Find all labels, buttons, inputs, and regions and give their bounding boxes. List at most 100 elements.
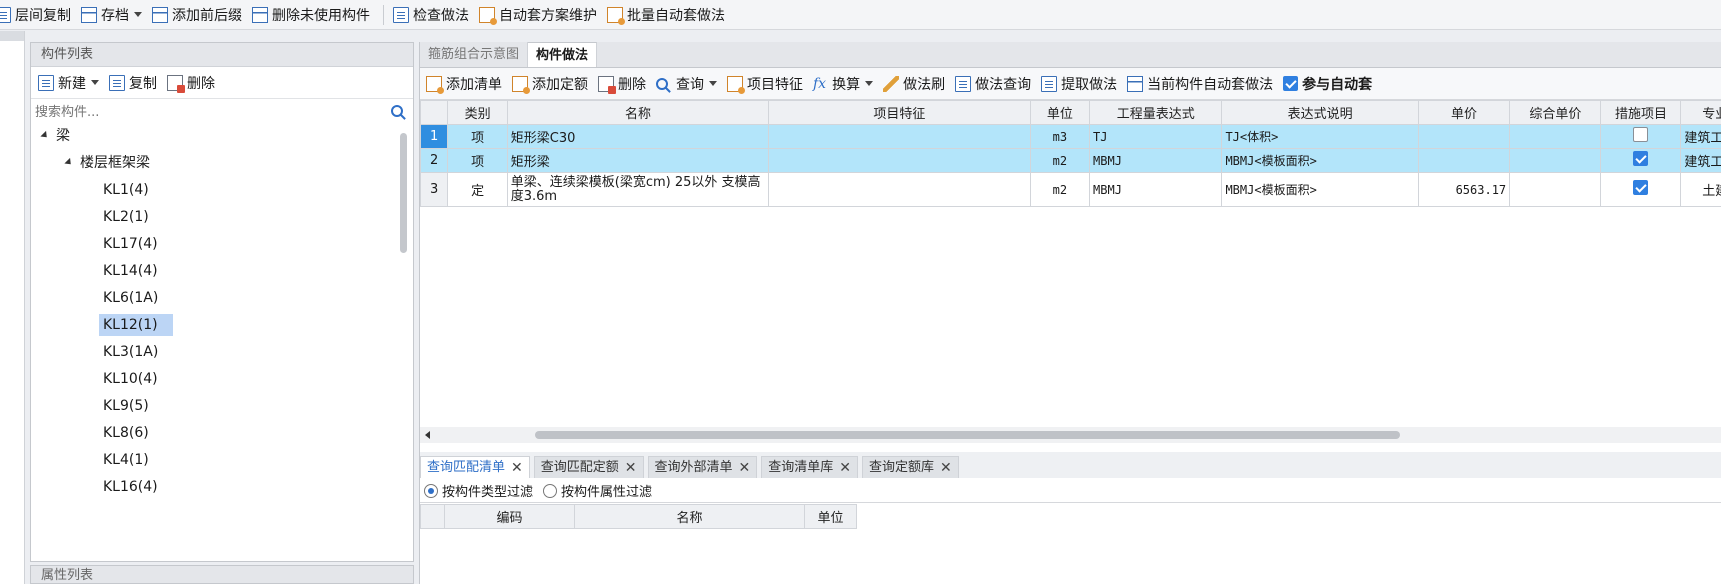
archive-button[interactable]: 存档 [78,0,149,29]
filter-by-type-radio[interactable] [424,483,438,498]
cell-measure[interactable] [1600,172,1682,207]
tree-leaf[interactable]: KL1(4) [99,179,153,201]
add-prefix-suffix-button[interactable]: 添加前后缀 [149,0,249,29]
auto-scheme-maintain-button[interactable]: 自动套方案维护 [476,0,604,29]
cell-measure[interactable] [1600,148,1682,173]
col-measure[interactable]: 措施项目 [1600,100,1682,125]
participate-auto-apply-toggle[interactable]: 参与自动套 [1279,68,1378,100]
filter-by-attribute-radio[interactable] [543,483,558,498]
tree-scrollbar[interactable] [400,133,407,253]
extract-method-button[interactable]: 提取做法 [1037,68,1123,100]
col-total[interactable]: 综合单价 [1509,100,1602,125]
table-row[interactable]: 3 定 单梁、连续梁模板(梁宽cm) 25以外 支模高度3.6m m2 MBMJ… [419,172,1721,207]
component-search-input[interactable] [31,101,413,123]
measure-checkbox[interactable] [1633,180,1649,195]
check-method-button[interactable]: 检查做法 [390,0,476,29]
tab-query-match-bill[interactable]: 查询匹配清单 ✕ [420,456,530,478]
add-bill-button[interactable]: 添加清单 [422,68,508,100]
expand-triangle-icon[interactable] [40,130,50,140]
method-query-button[interactable]: 做法查询 [951,68,1037,100]
delete-component-button[interactable]: 删除 [164,67,222,99]
cell-type[interactable]: 定 [447,172,508,207]
cell-feature[interactable] [768,172,1031,207]
row-number[interactable]: 3 [419,172,449,207]
tree-leaf[interactable]: KL8(6) [99,422,153,444]
close-icon[interactable]: ✕ [739,457,751,479]
cell-type[interactable]: 项 [447,148,508,173]
table-hscrollbar[interactable] [420,427,1721,443]
tab-query-quota-library[interactable]: 查询定额库 ✕ [862,456,959,478]
cell-major[interactable]: 建筑工 [1680,124,1721,149]
tree-leaf[interactable]: KL9(5) [99,395,153,417]
tree-leaf[interactable]: KL2(1) [99,206,153,228]
sub-col-name[interactable]: 名称 [574,504,805,529]
scroll-left-icon[interactable] [425,431,430,439]
col-expr[interactable]: 工程量表达式 [1089,100,1223,125]
cell-type[interactable]: 项 [447,124,508,149]
measure-checkbox[interactable] [1633,151,1649,166]
delete-row-button[interactable]: 删除 [594,68,652,100]
tree-leaf[interactable]: KL3(1A) [99,341,162,363]
tab-query-match-quota[interactable]: 查询匹配定额 ✕ [533,456,644,479]
cell-unit[interactable]: m3 [1029,124,1091,149]
close-icon[interactable]: ✕ [625,457,637,479]
close-icon[interactable]: ✕ [839,457,851,479]
tree-leaf[interactable]: KL10(4) [99,368,162,390]
participate-auto-apply-checkbox[interactable] [1283,76,1299,91]
cell-expr[interactable]: MBMJ [1089,172,1223,207]
current-auto-apply-button[interactable]: 当前构件自动套做法 [1123,68,1279,100]
search-icon[interactable] [391,105,403,117]
copy-component-button[interactable]: 复制 [106,67,164,99]
close-icon[interactable]: ✕ [511,457,523,479]
cell-desc[interactable]: MBMJ<模板面积> [1221,172,1419,207]
filter-by-type-label[interactable]: 按构件类型过滤 [442,481,533,500]
tree-leaf[interactable]: KL17(4) [99,233,162,255]
filter-by-attribute-label[interactable]: 按构件属性过滤 [561,481,652,500]
hscroll-thumb[interactable] [535,431,1400,439]
cell-unit[interactable]: m2 [1029,148,1091,173]
cell-expr[interactable]: TJ [1089,124,1223,149]
table-row[interactable]: 2 项 矩形梁 m2 MBMJ MBMJ<模板面积> 建筑工 [419,148,1721,173]
row-number[interactable]: 2 [419,148,449,173]
new-component-button[interactable]: 新建 [35,67,106,99]
batch-auto-apply-button[interactable]: 批量自动套做法 [604,0,732,29]
col-major[interactable]: 专业 [1680,100,1721,125]
table-row[interactable]: 1 项 矩形梁C30 m3 TJ TJ<体积> 建筑工 [419,124,1721,149]
cell-measure[interactable] [1600,124,1682,149]
cell-total[interactable] [1509,172,1602,207]
col-type[interactable]: 类别 [447,100,508,125]
method-brush-button[interactable]: 做法刷 [879,68,951,100]
tab-query-external-bill[interactable]: 查询外部清单 ✕ [647,456,758,479]
col-name[interactable]: 名称 [506,100,770,125]
cell-name[interactable]: 矩形梁C30 [506,124,770,149]
delete-unused-button[interactable]: 删除未使用构件 [249,0,377,29]
cell-major[interactable]: 建筑工 [1680,148,1721,173]
cell-name[interactable]: 矩形梁 [506,148,770,173]
cell-feature[interactable] [768,124,1031,149]
cell-price[interactable]: 6563.17 [1417,172,1511,207]
tab-component-method[interactable]: 构件做法 [528,42,598,67]
measure-checkbox[interactable] [1633,127,1649,142]
cell-expr[interactable]: MBMJ [1089,148,1223,173]
col-price[interactable]: 单价 [1417,100,1511,125]
cell-price[interactable] [1417,148,1511,173]
cell-total[interactable] [1509,124,1602,149]
sub-col-unit[interactable]: 单位 [804,504,857,529]
expand-triangle-icon[interactable] [64,157,74,167]
tree-node-beam[interactable]: 梁 [40,125,70,147]
col-feature[interactable]: 项目特征 [768,100,1031,125]
close-icon[interactable]: ✕ [940,457,952,479]
cell-major[interactable]: 土建 [1680,172,1721,207]
tree-leaf[interactable]: KL14(4) [99,260,162,282]
floor-copy-button[interactable]: 层间复制 [0,0,78,29]
convert-button[interactable]: fx 换算 [809,68,879,100]
cell-unit[interactable]: m2 [1029,172,1091,207]
cell-total[interactable] [1509,148,1602,173]
tree-leaf[interactable]: KL6(1A) [99,287,162,309]
tree-node-frame-beam[interactable]: 楼层框架梁 [64,152,150,174]
cell-desc[interactable]: TJ<体积> [1221,124,1419,149]
cell-price[interactable] [1417,124,1511,149]
add-quota-button[interactable]: 添加定额 [508,68,594,100]
col-unit[interactable]: 单位 [1029,100,1091,125]
tree-leaf[interactable]: KL16(4) [99,476,162,498]
